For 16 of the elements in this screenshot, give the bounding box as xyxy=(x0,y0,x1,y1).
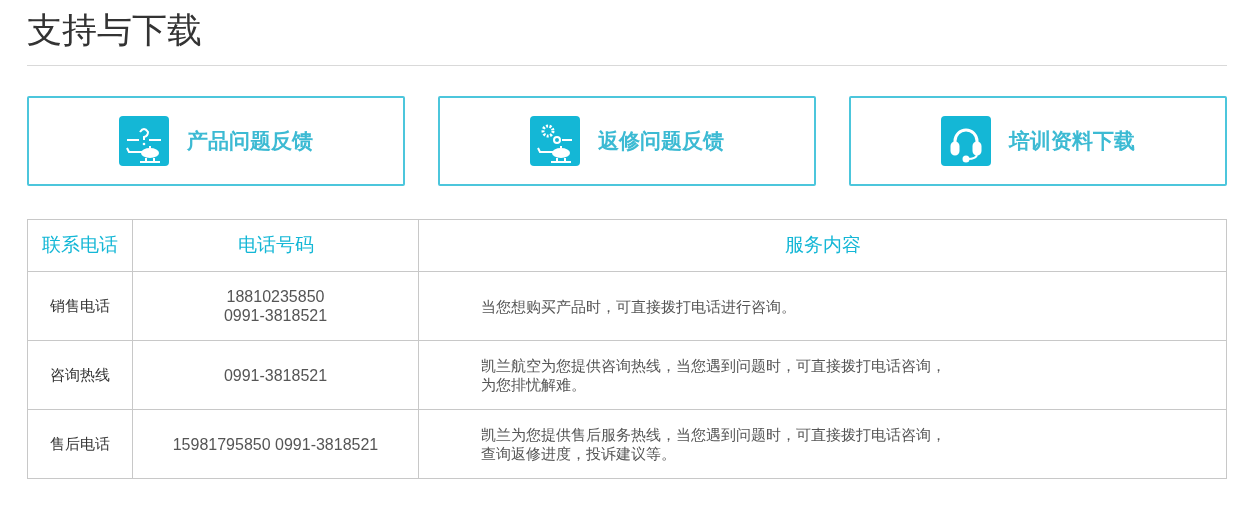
table-cell: 售后电话 xyxy=(27,409,133,479)
table-cell: 咨询热线 xyxy=(27,340,133,410)
support-card[interactable]: 培训资料下载 xyxy=(849,96,1227,186)
table-cell: 15981795850 0991-3818521 xyxy=(132,409,419,479)
table-cell: 18810235850 0991-3818521 xyxy=(132,271,419,341)
column-header: 电话号码 xyxy=(132,219,419,272)
table-cell: 凯兰为您提供售后服务热线，当您遇到问题时，可直接拨打电话咨询， 查询返修进度，投诉建议等。 xyxy=(418,409,1227,479)
support-card[interactable]: 返修问题反馈 xyxy=(438,96,816,186)
page-title: 支持与下载 xyxy=(27,9,202,51)
table-cell: 凯兰航空为您提供咨询热线，当您遇到问题时，可直接拨打电话咨询， 为您排忧解难。 xyxy=(418,340,1227,410)
table-cell: 当您想购买产品时，可直接拨打电话进行咨询。 xyxy=(418,271,1227,341)
column-header: 联系电话 xyxy=(27,219,133,272)
column-header: 服务内容 xyxy=(418,219,1227,272)
table-cell: 销售电话 xyxy=(27,271,133,341)
table-cell: 0991-3818521 xyxy=(132,340,419,410)
support-card[interactable]: 产品问题反馈 xyxy=(27,96,405,186)
